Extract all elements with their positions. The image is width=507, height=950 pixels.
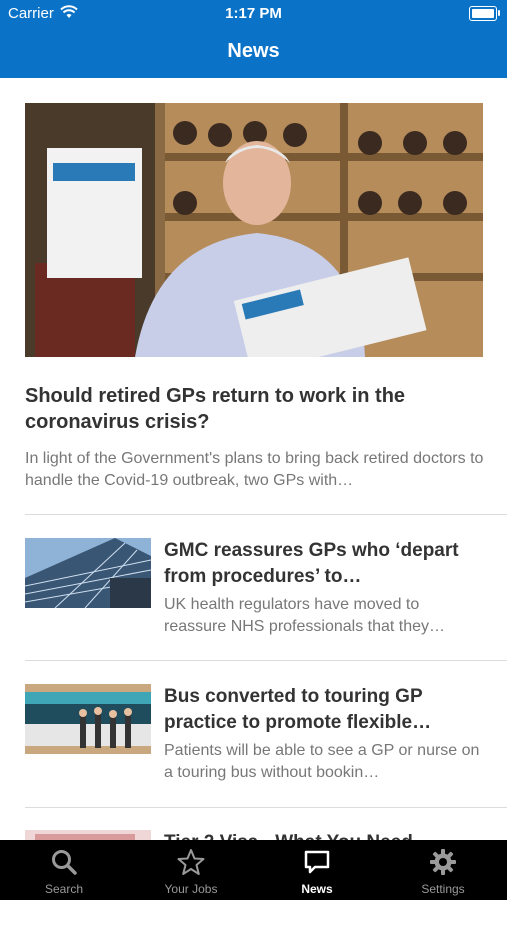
star-icon [177, 849, 205, 875]
tab-your-jobs[interactable]: Your Jobs [136, 840, 246, 900]
divider [25, 514, 507, 515]
tab-news[interactable]: News [262, 840, 372, 900]
article-thumbnail [25, 684, 151, 754]
featured-article-description: In light of the Government's plans to br… [25, 450, 484, 489]
news-icon [304, 850, 330, 874]
tab-label: News [301, 882, 333, 896]
battery-icon [469, 6, 500, 21]
clock: 1:17 PM [225, 5, 282, 22]
tab-label: Settings [421, 882, 465, 896]
status-bar: Carrier 1:17 PM [0, 0, 507, 28]
tab-settings[interactable]: Settings [388, 840, 498, 900]
article-thumbnail [25, 538, 151, 608]
tab-bar: Search Your Jobs News Settings [0, 840, 507, 900]
search-icon [52, 850, 77, 875]
featured-article-image[interactable] [25, 103, 483, 357]
list-item[interactable]: GMC reassures GPs who ‘depart from proce… [25, 538, 507, 658]
featured-article-title[interactable]: Should retired GPs return to work in the… [25, 383, 485, 435]
article-description: Patients will be able to see a GP or nur… [164, 742, 480, 781]
article-title[interactable]: GMC reassures GPs who ‘depart from proce… [164, 538, 484, 590]
nav-header: Carrier 1:17 PM News [0, 0, 507, 78]
tab-search[interactable]: Search [9, 840, 119, 900]
gear-icon [430, 849, 456, 875]
page-title: News [227, 40, 280, 62]
article-description: UK health regulators have moved to reass… [164, 596, 446, 635]
tab-label: Your Jobs [164, 882, 218, 896]
tab-label: Search [44, 882, 84, 896]
article-title[interactable]: Bus converted to touring GP practice to … [164, 684, 484, 736]
list-item[interactable]: Bus converted to touring GP practice to … [25, 684, 507, 804]
divider [25, 660, 507, 661]
divider [25, 807, 507, 808]
